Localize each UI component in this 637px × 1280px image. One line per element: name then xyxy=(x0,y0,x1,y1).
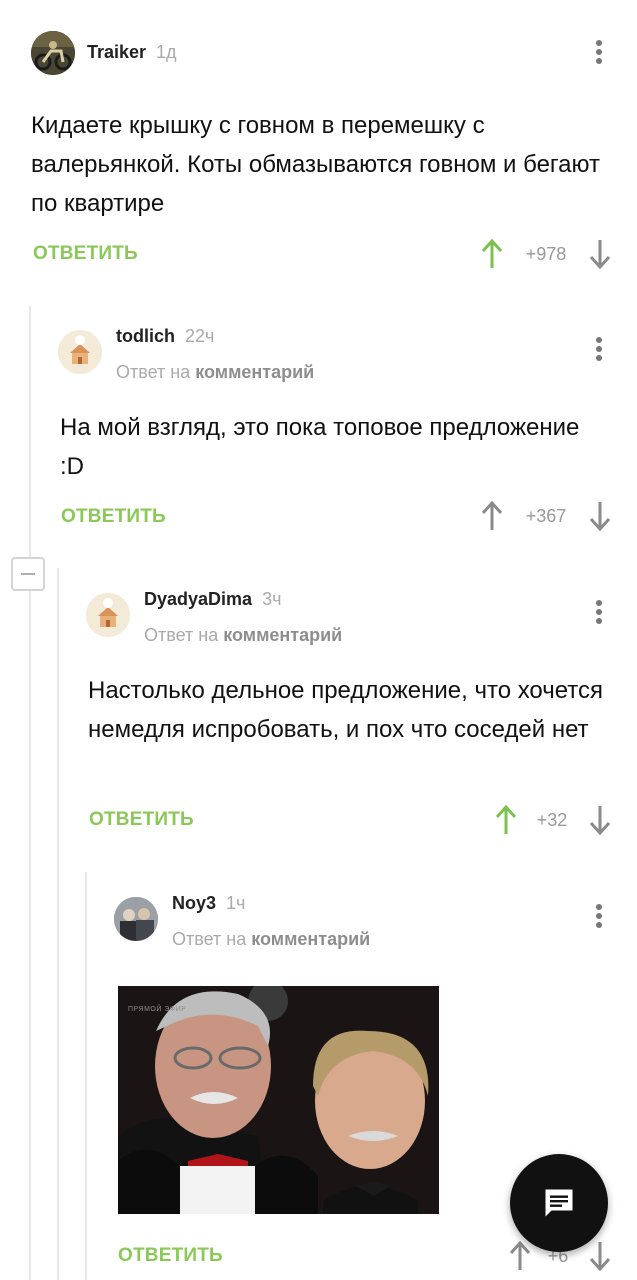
vote-score: +978 xyxy=(525,244,567,264)
reply-button[interactable]: ОТВЕТИТЬ xyxy=(89,809,194,831)
reply-to-note: Ответ на комментарий xyxy=(172,929,370,950)
image-caption: ПРЯМОЙ ЭФИР xyxy=(128,1006,187,1013)
comment-text: Кидаете крышку с говном в перемешку с ва… xyxy=(31,112,600,217)
comment-time: 22ч xyxy=(185,326,215,346)
comments-fab-button[interactable] xyxy=(510,1154,608,1252)
avatar-motorcycle-icon[interactable] xyxy=(31,31,75,75)
author-name[interactable]: Traiker xyxy=(87,42,146,63)
upvote-arrow-icon[interactable] xyxy=(494,804,518,836)
thread-line-level-3 xyxy=(85,872,87,1280)
downvote-arrow-icon[interactable] xyxy=(588,804,612,836)
downvote-arrow-icon[interactable] xyxy=(588,500,612,532)
thread-line-level-1 xyxy=(29,306,31,1280)
more-options-icon[interactable] xyxy=(595,904,603,931)
author-name[interactable]: todlich xyxy=(116,326,175,347)
reply-to-prefix: Ответ на xyxy=(116,362,191,382)
reply-to-note: Ответ на комментарий xyxy=(116,362,314,383)
comment-time: 1д xyxy=(156,42,177,62)
upvote-arrow-icon[interactable] xyxy=(480,500,504,532)
comment-time: 1ч xyxy=(226,893,246,913)
reply-to-note: Ответ на комментарий xyxy=(144,625,342,646)
more-options-icon[interactable] xyxy=(595,337,603,364)
comment-image[interactable]: ПРЯМОЙ ЭФИР xyxy=(118,986,439,1214)
author-name[interactable]: Noy3 xyxy=(172,893,216,914)
author-name[interactable]: DyadyaDima xyxy=(144,589,252,610)
reply-to-link[interactable]: комментарий xyxy=(223,625,342,645)
more-options-icon[interactable] xyxy=(595,40,603,67)
comment-text: На мой взгляд, это пока топовое предложе… xyxy=(60,414,580,480)
comment-icon xyxy=(545,1189,573,1217)
reply-button[interactable]: ОТВЕТИТЬ xyxy=(118,1245,223,1267)
reply-button[interactable]: ОТВЕТИТЬ xyxy=(61,506,166,528)
avatar-photo-icon[interactable] xyxy=(114,897,158,941)
reply-to-prefix: Ответ на xyxy=(144,625,219,645)
reply-to-link[interactable]: комментарий xyxy=(251,929,370,949)
reply-to-link[interactable]: комментарий xyxy=(195,362,314,382)
more-options-icon[interactable] xyxy=(595,600,603,627)
collapse-thread-button[interactable] xyxy=(11,557,45,591)
avatar-chef-house-icon[interactable] xyxy=(86,593,130,637)
vote-score: +32 xyxy=(536,810,568,830)
avatar-chef-house-icon[interactable] xyxy=(58,330,102,374)
reply-to-prefix: Ответ на xyxy=(172,929,247,949)
vote-score: +367 xyxy=(525,506,567,526)
comment-text: Настолько дельное предложение, что хочет… xyxy=(88,677,604,743)
thread-line-level-2 xyxy=(57,568,59,1280)
downvote-arrow-icon[interactable] xyxy=(588,238,612,270)
comment-time: 3ч xyxy=(262,589,282,609)
upvote-arrow-icon[interactable] xyxy=(480,238,504,270)
downvote-arrow-icon[interactable] xyxy=(588,1240,612,1272)
reply-button[interactable]: ОТВЕТИТЬ xyxy=(33,243,138,265)
